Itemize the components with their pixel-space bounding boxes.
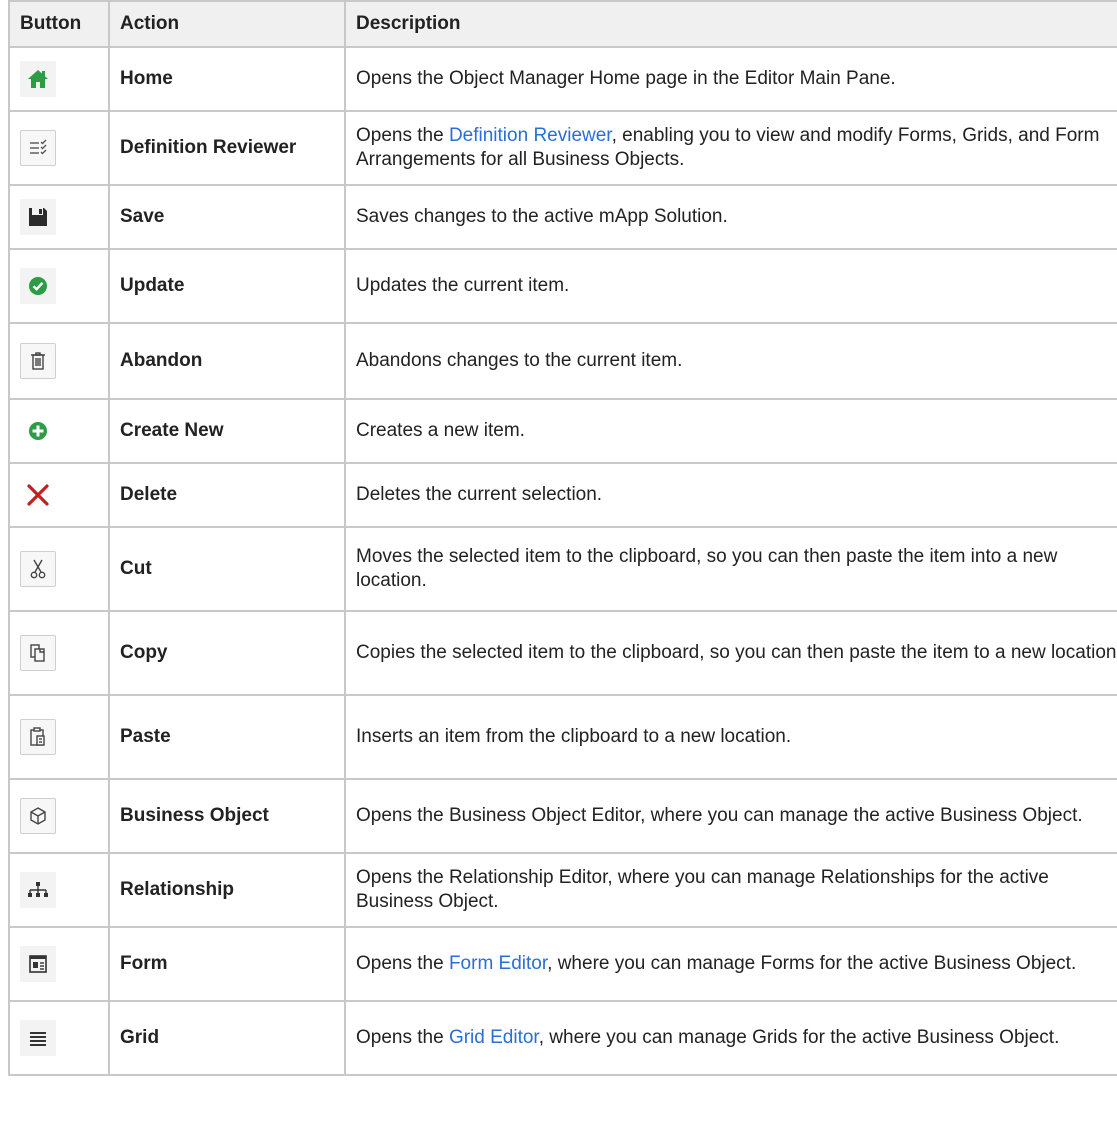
action-label: Cut bbox=[108, 526, 346, 612]
table-header-row: Button Action Description bbox=[8, 0, 1117, 48]
action-label: Paste bbox=[108, 694, 346, 780]
action-label: Business Object bbox=[108, 778, 346, 854]
description-text: Deletes the current selection. bbox=[344, 462, 1117, 528]
table-row: Cut Moves the selected item to the clipb… bbox=[8, 526, 1117, 612]
table-row: Paste Inserts an item from the clipboard… bbox=[8, 694, 1117, 780]
table-row: Delete Deletes the current selection. bbox=[8, 462, 1117, 528]
x-icon bbox=[20, 477, 56, 513]
table-row: Home Opens the Object Manager Home page … bbox=[8, 46, 1117, 112]
copy-icon bbox=[20, 635, 56, 671]
table-row: Copy Copies the selected item to the cli… bbox=[8, 610, 1117, 696]
grid-editor-link[interactable]: Grid Editor bbox=[449, 1027, 539, 1048]
table-row: Save Saves changes to the active mApp So… bbox=[8, 184, 1117, 250]
check-circle-icon bbox=[20, 268, 56, 304]
action-label: Home bbox=[108, 46, 346, 112]
action-label: Relationship bbox=[108, 852, 346, 928]
description-text: Opens the Form Editor, where you can man… bbox=[344, 926, 1117, 1002]
table-row: Definition Reviewer Opens the Definition… bbox=[8, 110, 1117, 186]
header-button: Button bbox=[8, 0, 110, 48]
description-text: Saves changes to the active mApp Solutio… bbox=[344, 184, 1117, 250]
header-action: Action bbox=[108, 0, 346, 48]
form-icon bbox=[20, 946, 56, 982]
header-description: Description bbox=[344, 0, 1117, 48]
cube-icon bbox=[20, 798, 56, 834]
checklist-icon bbox=[20, 130, 56, 166]
description-text: Opens the Object Manager Home page in th… bbox=[344, 46, 1117, 112]
trash-icon bbox=[20, 343, 56, 379]
form-editor-link[interactable]: Form Editor bbox=[449, 953, 547, 974]
description-text: Opens the Grid Editor, where you can man… bbox=[344, 1000, 1117, 1076]
hierarchy-icon bbox=[20, 872, 56, 908]
action-label: Definition Reviewer bbox=[108, 110, 346, 186]
table-row: Relationship Opens the Relationship Edit… bbox=[8, 852, 1117, 928]
plus-circle-icon bbox=[20, 413, 56, 449]
action-label: Save bbox=[108, 184, 346, 250]
description-text: Copies the selected item to the clipboar… bbox=[344, 610, 1117, 696]
description-text: Abandons changes to the current item. bbox=[344, 322, 1117, 400]
description-text: Opens the Relationship Editor, where you… bbox=[344, 852, 1117, 928]
table-row: Create New Creates a new item. bbox=[8, 398, 1117, 464]
description-text: Opens the Business Object Editor, where … bbox=[344, 778, 1117, 854]
action-label: Create New bbox=[108, 398, 346, 464]
table-row: Grid Opens the Grid Editor, where you ca… bbox=[8, 1000, 1117, 1076]
action-label: Abandon bbox=[108, 322, 346, 400]
description-text: Creates a new item. bbox=[344, 398, 1117, 464]
table-row: Abandon Abandons changes to the current … bbox=[8, 322, 1117, 400]
description-text: Opens the Definition Reviewer, enabling … bbox=[344, 110, 1117, 186]
action-label: Copy bbox=[108, 610, 346, 696]
home-icon bbox=[20, 61, 56, 97]
action-label: Delete bbox=[108, 462, 346, 528]
definition-reviewer-link[interactable]: Definition Reviewer bbox=[449, 125, 612, 146]
table-row: Update Updates the current item. bbox=[8, 248, 1117, 324]
action-label: Grid bbox=[108, 1000, 346, 1076]
description-text: Moves the selected item to the clipboard… bbox=[344, 526, 1117, 612]
grid-lines-icon bbox=[20, 1020, 56, 1056]
paste-icon bbox=[20, 719, 56, 755]
toolbar-buttons-table: Button Action Description Home Opens the… bbox=[8, 0, 1117, 1076]
save-icon bbox=[20, 199, 56, 235]
description-text: Inserts an item from the clipboard to a … bbox=[344, 694, 1117, 780]
table-row: Form Opens the Form Editor, where you ca… bbox=[8, 926, 1117, 1002]
table-row: Business Object Opens the Business Objec… bbox=[8, 778, 1117, 854]
action-label: Form bbox=[108, 926, 346, 1002]
description-text: Updates the current item. bbox=[344, 248, 1117, 324]
scissors-icon bbox=[20, 551, 56, 587]
action-label: Update bbox=[108, 248, 346, 324]
